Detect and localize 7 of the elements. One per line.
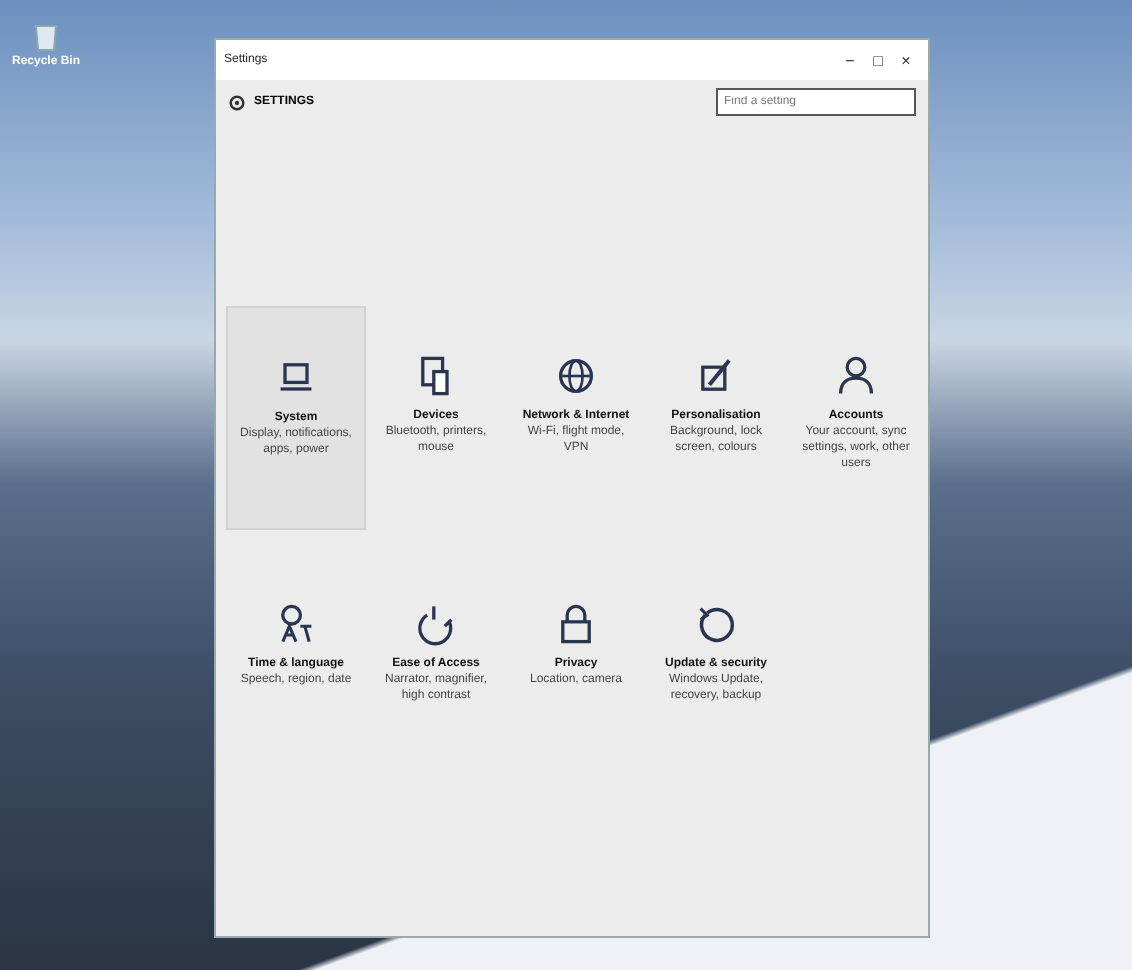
globe-icon xyxy=(554,354,598,398)
gear-icon xyxy=(228,93,246,111)
minimize-button[interactable]: − xyxy=(836,51,864,69)
refresh-icon xyxy=(694,602,738,646)
maximize-button[interactable]: □ xyxy=(864,51,892,69)
person-icon xyxy=(834,354,878,398)
close-button[interactable]: × xyxy=(892,51,920,69)
